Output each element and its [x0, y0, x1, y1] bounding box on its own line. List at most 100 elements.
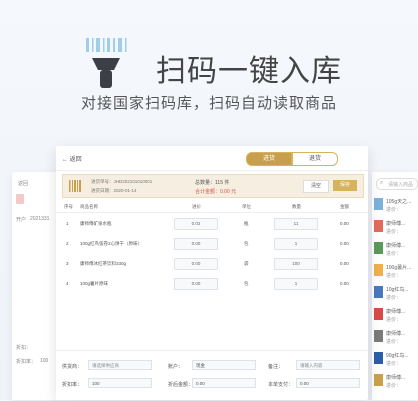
search-icon: ⌕	[380, 180, 384, 186]
product-name: 100g薯片...	[386, 265, 412, 271]
row-no: 3	[66, 261, 69, 266]
product-thumbnail	[374, 264, 383, 276]
product-name: 105g天之...	[386, 199, 412, 205]
account-select[interactable]: 现金	[192, 360, 256, 370]
discount-amount-input[interactable]: 0.00	[192, 378, 256, 388]
paid-label: 本单支付：	[268, 382, 294, 388]
panel-topbar: ← 返回 进货 退货	[56, 146, 368, 171]
barcode-scanner-icon	[86, 38, 127, 88]
product-name: 90g红鸟...	[386, 353, 409, 359]
product-name: 康师傅...	[386, 221, 406, 227]
left-field2-label: 折扣：	[16, 345, 32, 351]
quantity-input[interactable]: 11	[274, 218, 318, 230]
price-input[interactable]: 0.00	[174, 238, 218, 250]
table-row: 4 100g薯片原味 0.00 包 1 0.00	[56, 276, 368, 292]
header-no: 序号	[64, 204, 73, 209]
row-no: 2	[66, 241, 69, 246]
row-unit: 包	[244, 281, 249, 286]
background-panel-left: 返回 开户 2021331 折扣： 折扣率： 100	[12, 172, 60, 400]
row-amount: 0.00	[340, 261, 349, 266]
header-qty: 数量	[292, 204, 301, 209]
order-date: 进货日期：2020-01-14	[91, 188, 137, 193]
product-name: 康师傅...	[386, 243, 406, 249]
arrow-left-icon: ←	[62, 157, 68, 163]
remark-input[interactable]: 请输入内容	[296, 360, 360, 370]
hero-title: 扫码一键入库	[156, 55, 342, 88]
product-name: 康师傅...	[386, 309, 406, 315]
save-button[interactable]: 保存	[333, 180, 357, 191]
product-list-item[interactable]: 康师傅... 进价：	[374, 240, 418, 260]
discount-amount-label: 折后金额：	[168, 382, 194, 388]
tab-group: 进货 退货	[246, 152, 338, 166]
row-unit: 袋	[244, 261, 249, 266]
row-no: 4	[66, 281, 69, 286]
header-amount: 金额	[340, 204, 349, 209]
product-price-label: 进价：	[386, 207, 402, 213]
product-name: 康师傅...	[386, 375, 406, 381]
product-price-label: 进价：	[386, 295, 402, 301]
price-input[interactable]: 0.00	[174, 258, 218, 270]
table-row: 1 康师傅矿泉水瓶 0.02 瓶 11 0.00	[56, 216, 368, 232]
product-name: 康师傅...	[386, 331, 406, 337]
product-list-item[interactable]: 100g薯片... 进价：	[374, 262, 418, 282]
left-back-link[interactable]: 返回	[18, 180, 28, 187]
table-row: 3 康师傅冰红茶饮料330g 0.00 袋 100 0.00	[56, 256, 368, 272]
tab-return[interactable]: 退货	[292, 152, 338, 166]
product-thumbnail	[374, 330, 383, 342]
order-info: 进货单号：JHD202101010001 进货日期：2020-01-14 总数量…	[62, 174, 364, 198]
quantity-input[interactable]: 1	[274, 278, 318, 290]
product-thumbnail	[374, 352, 383, 364]
order-footer: 供货商： 请选择供应商 账户： 现金 备注： 请输入内容 折扣率： 100 折后…	[56, 350, 368, 401]
price-input[interactable]: 0.02	[174, 218, 218, 230]
product-thumbnail	[374, 374, 383, 386]
product-price-label: 进价：	[386, 383, 402, 389]
left-field3-value: 100	[40, 358, 49, 364]
left-field1-value: 2021331	[30, 216, 50, 222]
product-price-label: 进价：	[386, 273, 402, 279]
quantity-input[interactable]: 1	[274, 238, 318, 250]
row-no: 1	[66, 221, 69, 226]
left-field3-label: 折扣率：	[16, 359, 37, 365]
product-price-label: 进价：	[386, 229, 402, 235]
row-amount: 0.00	[340, 241, 349, 246]
product-list-item[interactable]: 康师傅... 进价：	[374, 306, 418, 326]
product-price-label: 进价：	[386, 251, 402, 257]
hero-subtitle: 对接国家扫码库，扫码自动读取商品	[80, 95, 337, 112]
product-thumbnail	[374, 286, 383, 298]
product-list-item[interactable]: 10g红鸟... 进价：	[374, 284, 418, 304]
supplier-label: 供货商：	[62, 364, 83, 370]
row-unit: 瓶	[244, 221, 249, 226]
table-header: 序号 商品名称 进价 单位 数量 金额	[56, 202, 368, 213]
product-list-item[interactable]: 康师傅... 进价：	[374, 372, 418, 392]
clear-button[interactable]: 清空	[303, 180, 329, 193]
product-list-item[interactable]: 康师傅... 进价：	[374, 328, 418, 348]
discount-label: 折扣率：	[62, 382, 83, 388]
purchase-panel: ← 返回 进货 退货 进货单号：JHD202101010001 进货日期：202…	[56, 146, 368, 400]
remark-label: 备注：	[268, 364, 284, 370]
paid-input[interactable]: 0.00	[296, 378, 360, 388]
supplier-select[interactable]: 请选择供应商	[88, 360, 152, 370]
product-list-item[interactable]: 90g红鸟... 进价：	[374, 350, 418, 370]
product-thumbnail	[374, 242, 383, 254]
product-list-item[interactable]: 105g天之... 进价：	[374, 196, 418, 216]
order-number: 进货单号：JHD202101010001	[91, 179, 153, 184]
row-name: 康师傅冰红茶饮料330g	[80, 261, 127, 266]
price-input[interactable]: 0.00	[174, 278, 218, 290]
header-unit: 单位	[242, 204, 251, 209]
tab-purchase[interactable]: 进货	[246, 152, 292, 166]
total-count: 总数量：115 件	[195, 180, 230, 186]
row-name: 100g薯片原味	[80, 281, 109, 286]
product-price-label: 进价：	[386, 339, 402, 345]
product-price-label: 进价：	[386, 361, 402, 367]
product-search-input[interactable]: ⌕ 请输入商品	[376, 178, 418, 190]
table-row: 2 100g红鸟弦卷2心饼干（原味） 0.00 包 1 0.00	[56, 236, 368, 252]
row-name: 100g红鸟弦卷2心饼干（原味）	[80, 241, 143, 246]
product-list-item[interactable]: 康师傅... 进价：	[374, 218, 418, 238]
quantity-input[interactable]: 100	[274, 258, 318, 270]
product-price-label: 进价：	[386, 317, 402, 323]
back-link[interactable]: ← 返回	[62, 154, 82, 163]
discount-input[interactable]: 100	[88, 378, 152, 388]
barcode-icon	[69, 180, 81, 192]
row-amount: 0.00	[340, 281, 349, 286]
left-thumb	[16, 194, 24, 204]
